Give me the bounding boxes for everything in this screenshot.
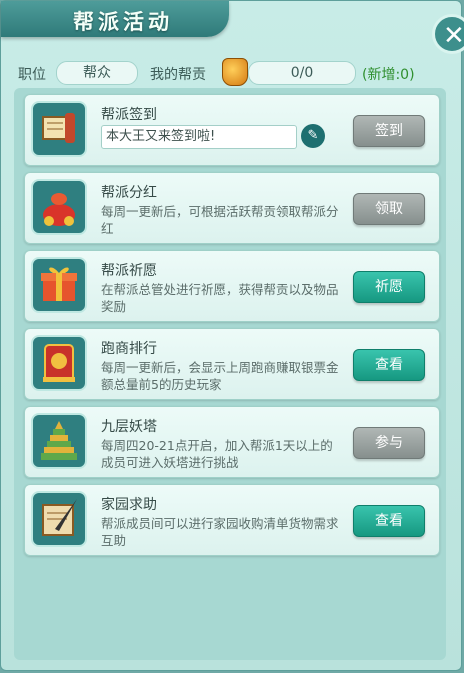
activity-card-tower: 九层妖塔 每周四20-21点开启，加入帮派1天以上的成员可进入妖塔进行挑战 参与: [24, 406, 440, 478]
contribution-value: 0/0: [248, 61, 356, 85]
join-button[interactable]: 参与: [353, 427, 425, 459]
activity-list: 帮派签到 本大王又来签到啦! ✎ 签到 帮派分红 每周一更新后，可根据活跃帮贡领…: [14, 88, 446, 660]
activity-title: 帮派祈愿: [101, 263, 157, 279]
pagoda-icon: [31, 413, 87, 469]
view-button[interactable]: 查看: [353, 505, 425, 537]
position-label: 职位: [18, 67, 46, 83]
sign-in-button[interactable]: 签到: [353, 115, 425, 147]
coin-bag-icon: [222, 58, 248, 86]
sign-in-message-input[interactable]: 本大王又来签到啦!: [101, 125, 297, 149]
contribution-label: 我的帮贡: [150, 67, 206, 83]
activity-description: 在帮派总管处进行祈愿，获得帮贡以及物品奖励: [101, 282, 339, 314]
activity-card-home-help: 家园求助 帮派成员间可以进行家园收购清单货物需求互助 查看: [24, 484, 440, 556]
quill-scroll-icon: [31, 491, 87, 547]
activity-card-sign-in: 帮派签到 本大王又来签到啦! ✎ 签到: [24, 94, 440, 166]
activity-title: 跑商排行: [101, 341, 157, 357]
activity-title: 帮派分红: [101, 185, 157, 201]
window-title: 帮派活动: [73, 10, 173, 34]
claim-button[interactable]: 领取: [353, 193, 425, 225]
activity-title: 家园求助: [101, 497, 157, 513]
activity-card-trade-ranking: 跑商排行 每周一更新后，会显示上周跑商赚取银票金额总量前5的历史玩家 查看: [24, 328, 440, 400]
ranking-banner-icon: [31, 335, 87, 391]
gift-box-icon: [31, 257, 87, 313]
view-button[interactable]: 查看: [353, 349, 425, 381]
pen-edit-icon[interactable]: ✎: [301, 124, 325, 148]
activity-title: 帮派签到: [101, 107, 157, 123]
activity-description: 每周一更新后，可根据活跃帮贡领取帮派分红: [101, 204, 339, 236]
new-added-count: (新增:0): [362, 67, 415, 83]
treasure-bag-icon: [31, 179, 87, 235]
activity-card-wish: 帮派祈愿 在帮派总管处进行祈愿，获得帮贡以及物品奖励 祈愿: [24, 250, 440, 322]
close-button[interactable]: ✕: [432, 14, 464, 54]
scroll-book-icon: [31, 101, 87, 157]
info-row: 职位 帮众 我的帮贡 0/0 (新增:0): [0, 58, 464, 88]
position-value: 帮众: [56, 61, 138, 85]
activity-description: 每周四20-21点开启，加入帮派1天以上的成员可进入妖塔进行挑战: [101, 438, 333, 470]
activity-description: 每周一更新后，会显示上周跑商赚取银票金额总量前5的历史玩家: [101, 360, 339, 392]
activity-title: 九层妖塔: [101, 419, 157, 435]
wish-button[interactable]: 祈愿: [353, 271, 425, 303]
title-tab: 帮派活动: [1, 1, 229, 37]
activity-description: 帮派成员间可以进行家园收购清单货物需求互助: [101, 516, 339, 548]
activity-card-dividend: 帮派分红 每周一更新后，可根据活跃帮贡领取帮派分红 领取: [24, 172, 440, 244]
